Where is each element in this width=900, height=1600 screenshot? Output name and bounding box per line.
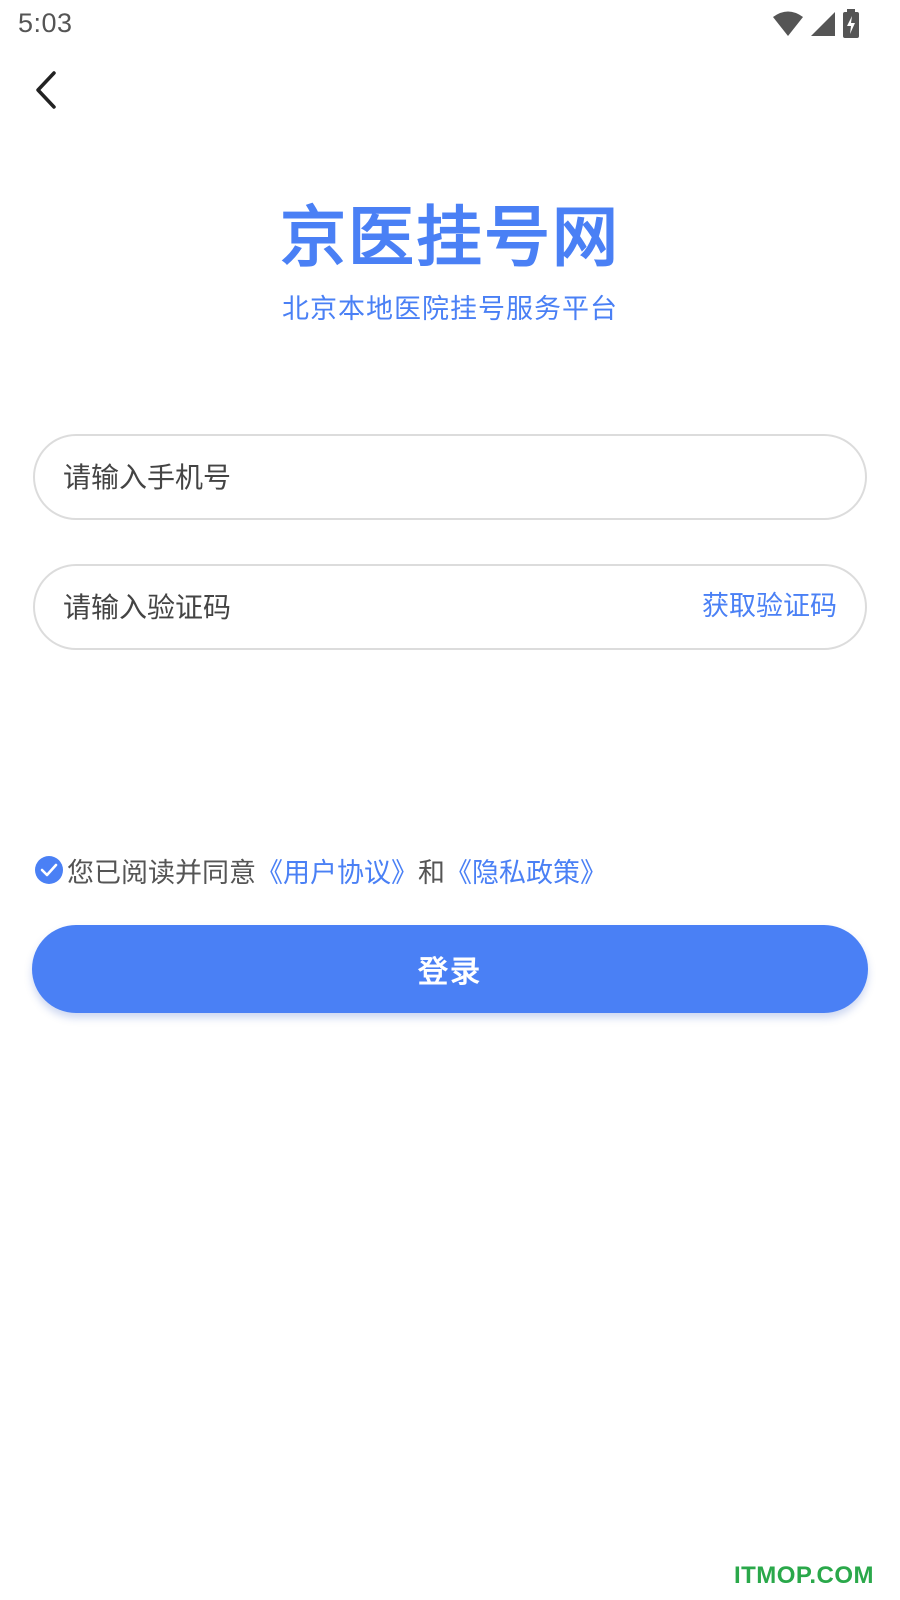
agreement-checkbox[interactable] <box>35 856 63 884</box>
agreement-and: 和 <box>418 857 445 889</box>
agreement-prefix: 您已阅读并同意 <box>67 857 256 889</box>
get-verification-code-button[interactable]: 获取验证码 <box>702 588 837 626</box>
watermark: ITMOP.COM <box>733 1562 874 1589</box>
chevron-left-icon <box>32 70 60 114</box>
verification-code-field-wrapper: 获取验证码 <box>33 564 867 650</box>
phone-field-wrapper <box>33 434 867 520</box>
wifi-icon <box>772 11 804 37</box>
phone-input[interactable] <box>63 436 663 518</box>
verification-code-input[interactable] <box>63 566 663 648</box>
login-button[interactable]: 登录 <box>32 925 868 1013</box>
privacy-policy-link[interactable]: 《隐私政策》 <box>445 851 607 890</box>
checkmark-icon <box>40 863 58 877</box>
battery-charging-icon <box>842 9 860 39</box>
user-agreement-link[interactable]: 《用户协议》 <box>256 851 418 890</box>
agreement-row: 您已阅读并同意 《用户协议》 和 《隐私政策》 <box>35 850 607 890</box>
status-icons <box>772 9 860 39</box>
app-title: 京医挂号网 <box>280 199 620 276</box>
app-subtitle: 北京本地医院挂号服务平台 <box>282 294 618 325</box>
status-time: 5:03 <box>18 8 73 38</box>
cellular-signal-icon <box>810 11 836 37</box>
back-button[interactable] <box>22 68 70 116</box>
status-bar: 5:03 <box>0 0 900 50</box>
